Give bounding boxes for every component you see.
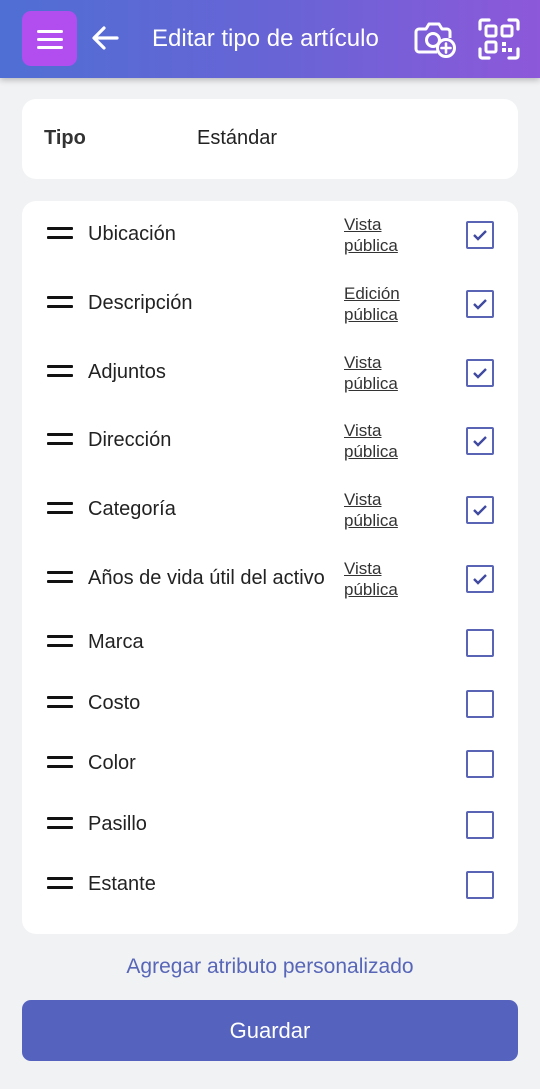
attribute-row-anos-vida-util[interactable]: Años de vida útil del activo Vista públi… (22, 549, 518, 609)
drag-handle-icon[interactable] (47, 502, 73, 516)
attribute-checkbox[interactable] (466, 690, 494, 718)
attribute-checkbox[interactable] (466, 359, 494, 387)
attribute-row-color[interactable]: Color (22, 734, 518, 794)
check-icon (473, 574, 487, 585)
visibility-link[interactable]: Edición pública (344, 283, 424, 325)
drag-handle-icon[interactable] (47, 365, 73, 379)
attribute-row-marca[interactable]: Marca (22, 613, 518, 673)
attribute-checkbox[interactable] (466, 871, 494, 899)
back-button[interactable] (88, 20, 122, 56)
attribute-label: Ubicación (88, 223, 176, 245)
attribute-list: Ubicación Vista pública Descripción Edic… (22, 201, 518, 934)
attribute-checkbox[interactable] (466, 565, 494, 593)
save-button[interactable]: Guardar (22, 1000, 518, 1061)
back-arrow-icon (92, 26, 119, 50)
attribute-checkbox[interactable] (466, 811, 494, 839)
drag-handle-icon[interactable] (47, 635, 73, 649)
drag-handle-icon[interactable] (47, 227, 73, 241)
drag-handle-icon[interactable] (47, 296, 73, 310)
drag-handle-icon[interactable] (47, 433, 73, 447)
attribute-label: Marca (88, 631, 144, 653)
check-icon (473, 436, 487, 447)
attribute-checkbox[interactable] (466, 221, 494, 249)
attribute-label: Años de vida útil del activo (88, 567, 325, 589)
attribute-checkbox[interactable] (466, 629, 494, 657)
app-bar: Editar tipo de artículo (0, 0, 540, 78)
attribute-row-ubicacion[interactable]: Ubicación Vista pública (22, 205, 518, 265)
drag-handle-icon[interactable] (47, 756, 73, 770)
attribute-label: Descripción (88, 292, 193, 314)
visibility-link[interactable]: Vista pública (344, 489, 424, 531)
attribute-checkbox[interactable] (466, 496, 494, 524)
visibility-link[interactable]: Vista pública (344, 558, 424, 600)
attribute-row-descripcion[interactable]: Descripción Edición pública (22, 274, 518, 334)
attribute-checkbox[interactable] (466, 290, 494, 318)
type-label: Tipo (44, 127, 86, 149)
visibility-link[interactable]: Vista pública (344, 352, 424, 394)
qr-scan-button[interactable] (475, 15, 523, 63)
check-icon (473, 368, 487, 379)
type-value[interactable]: Estándar (197, 127, 277, 150)
check-icon (473, 299, 487, 310)
attribute-label: Pasillo (88, 813, 147, 835)
visibility-link[interactable]: Vista pública (344, 214, 424, 256)
drag-handle-icon[interactable] (47, 571, 73, 585)
attribute-row-pasillo[interactable]: Pasillo (22, 795, 518, 855)
attribute-checkbox[interactable] (466, 750, 494, 778)
attribute-row-categoria[interactable]: Categoría Vista pública (22, 480, 518, 540)
attribute-label: Estante (88, 873, 156, 895)
type-card: Tipo Estándar (22, 99, 518, 179)
attribute-row-estante[interactable]: Estante (22, 855, 518, 915)
visibility-link[interactable]: Vista pública (344, 420, 424, 462)
attribute-checkbox[interactable] (466, 427, 494, 455)
page-title: Editar tipo de artículo (152, 25, 379, 52)
attribute-row-adjuntos[interactable]: Adjuntos Vista pública (22, 343, 518, 403)
check-icon (473, 505, 487, 516)
drag-handle-icon[interactable] (47, 877, 73, 891)
attribute-label: Color (88, 752, 136, 774)
add-custom-attribute-link[interactable]: Agregar atributo personalizado (0, 955, 540, 979)
attribute-label: Adjuntos (88, 361, 166, 383)
attribute-label: Categoría (88, 498, 176, 520)
menu-icon (36, 29, 63, 49)
menu-button[interactable] (22, 11, 77, 66)
drag-handle-icon[interactable] (47, 817, 73, 831)
attribute-row-direccion[interactable]: Dirección Vista pública (22, 411, 518, 471)
add-photo-button[interactable] (411, 14, 459, 62)
add-photo-icon (414, 22, 456, 58)
drag-handle-icon[interactable] (47, 696, 73, 710)
check-icon (473, 230, 487, 241)
qr-scan-icon (478, 18, 520, 60)
attribute-label: Costo (88, 692, 141, 714)
attribute-row-costo[interactable]: Costo (22, 674, 518, 734)
attribute-label: Dirección (88, 429, 172, 451)
